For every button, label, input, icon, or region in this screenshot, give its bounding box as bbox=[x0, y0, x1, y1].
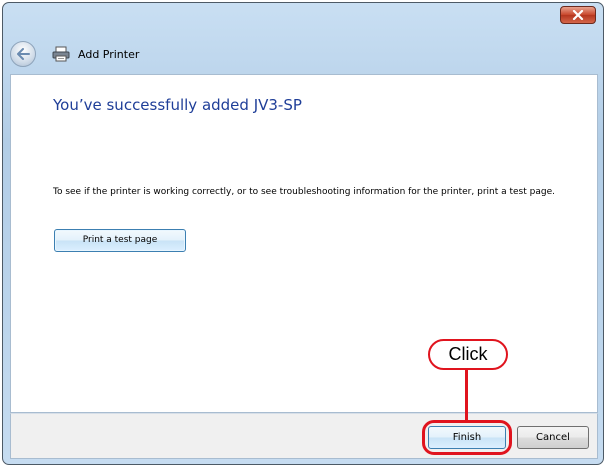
back-arrow-icon bbox=[17, 48, 30, 60]
back-button[interactable] bbox=[10, 41, 36, 67]
printer-icon bbox=[52, 46, 70, 62]
dialog-title: Add Printer bbox=[78, 47, 140, 61]
finish-highlight-ring bbox=[422, 420, 512, 455]
success-heading: You’ve successfully added JV3-SP bbox=[53, 96, 302, 114]
navigation-bar: Add Printer bbox=[8, 34, 598, 74]
cancel-button[interactable]: Cancel bbox=[517, 426, 589, 449]
click-callout-label: Click bbox=[428, 339, 508, 370]
test-page-description: To see if the printer is working correct… bbox=[53, 187, 555, 197]
close-x-icon bbox=[572, 10, 584, 20]
print-test-page-button[interactable]: Print a test page bbox=[54, 229, 186, 252]
callout-pointer-line bbox=[465, 369, 468, 421]
content-panel: You’ve successfully added JV3-SP To see … bbox=[10, 74, 598, 413]
close-button[interactable] bbox=[560, 6, 596, 24]
